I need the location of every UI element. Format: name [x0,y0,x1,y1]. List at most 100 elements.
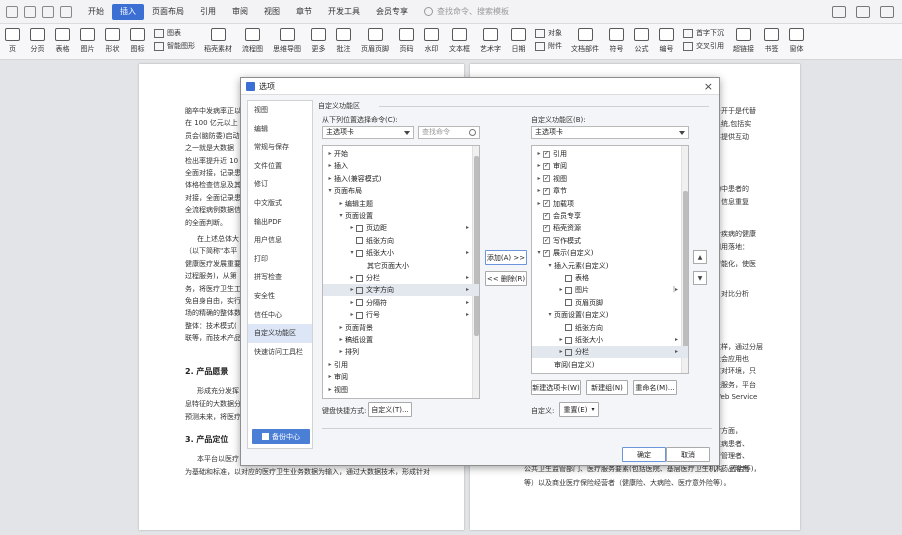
checkbox[interactable]: ✓ [543,212,550,220]
chevron-right-icon[interactable]: ▸ [535,198,543,210]
chevron-right-icon[interactable]: ▸ [326,148,334,160]
ribbon-button[interactable]: 公式 [634,28,649,54]
ribbon-button[interactable]: 符号 [609,28,624,54]
ribbon-button[interactable]: 更多 [311,28,326,54]
sidebar-item[interactable]: 常规与保存 [248,138,312,157]
sidebar-item[interactable]: 中文版式 [248,194,312,213]
chevron-down-icon[interactable]: ▾ [546,309,554,321]
sidebar-item[interactable]: 自定义功能区 [248,324,312,343]
menu-tab-item[interactable]: 开始 [80,4,112,20]
tree-item[interactable]: ▸ ✓ 审阅 [532,160,688,172]
cancel-button[interactable]: 取消 [666,447,710,462]
tree-item[interactable]: ▸ 开始 [323,148,479,160]
chevron-right-icon[interactable]: ▸ [337,322,345,334]
tree-item[interactable]: ▸ ✓ 视图 [532,173,688,185]
sidebar-item[interactable]: 拼写检查 [248,268,312,287]
tree-item[interactable]: 其它页面大小 [323,260,479,272]
menu-tab-item[interactable]: 引用 [192,4,224,20]
tree-item[interactable]: ▸ ✓ 引用 [532,148,688,160]
ribbon-button[interactable]: 图片 [80,28,95,54]
reset-button[interactable]: 重置(E) ▾ [559,402,599,417]
tree-item[interactable]: ▸ 图片 |▸ [532,284,688,296]
checkbox[interactable]: ✓ [543,162,550,170]
print-icon[interactable] [24,5,36,18]
save-icon[interactable] [6,5,18,18]
tree-item[interactable]: ✓ 稻壳资源 [532,222,688,234]
ribbon-button[interactable]: 稻壳素材 [204,28,232,54]
ok-button[interactable]: 确定 [622,447,666,462]
command-search[interactable]: 查找命令、搜索模板 [424,6,509,17]
ribbon-small-button[interactable]: 交叉引用 [683,41,724,51]
new-group-button[interactable]: 新建组(N) [586,380,628,395]
checkbox[interactable]: ✓ [543,175,550,183]
tree-item[interactable]: ▾ 页面布局 [323,185,479,197]
checkbox[interactable]: ✓ [543,187,550,195]
tree-item[interactable]: ▸ 页边距 ▸ [323,222,479,234]
move-down-button[interactable]: ▼ [693,271,707,285]
menu-tab-item[interactable]: 章节 [288,4,320,20]
chevron-right-icon[interactable]: ▸ [348,222,356,234]
chevron-right-icon[interactable]: ▸ [557,284,565,296]
tree-item[interactable]: ▸ 文字方向 ▸ [323,284,479,297]
tree-item[interactable]: ▸ 行号 ▸ [323,309,479,321]
ribbon-customization-tree[interactable]: ▸ ✓ 引用 ▸ ✓ 审阅 ▸ ✓ 视图 ▸ ✓ 章节 ▸ ✓ 加载项 ✓ 会员专享 ✓ 稻壳资源 ✓ 写作模式 ▾ ✓ 展示… [531,145,689,374]
tree-item[interactable]: ▾ 插入元素(自定义) [532,260,688,272]
tree-item[interactable]: ▸ ✓ 加载项 [532,198,688,210]
command-search-input[interactable]: 查找命令 [418,126,480,139]
to-select[interactable]: 主选项卡 [531,126,689,139]
from-select[interactable]: 主选项卡 [322,126,414,139]
chevron-down-icon[interactable]: ▾ [326,185,334,197]
menu-tab-item[interactable]: 视图 [256,4,288,20]
chevron-right-icon[interactable]: ▸ [337,334,345,346]
sidebar-item[interactable]: 编辑 [248,120,312,139]
chevron-down-icon[interactable]: ▾ [337,210,345,222]
chevron-right-icon[interactable]: ▸ [337,346,345,358]
chevron-right-icon[interactable]: ▸ [326,160,334,172]
sidebar-item[interactable]: 文件位置 [248,157,312,176]
tree-item[interactable]: ▸ 稿纸设置 [323,334,479,346]
tree-item[interactable]: ▸ 排列 [323,346,479,358]
tree-item[interactable]: 页眉页脚 [532,297,688,309]
available-commands-tree[interactable]: ▸ 开始 ▸ 插入 ▸ 插入(兼容模式) ▾ 页面布局 ▸ 编辑主题 ▾ 页面设置 ▸ 页边距 ▸ 纸张方向 ▾… [322,145,480,399]
chevron-right-icon[interactable]: ▸ [535,148,543,160]
ribbon-button[interactable]: 批注 [336,28,351,54]
chevron-right-icon[interactable]: ▸ [535,160,543,172]
sidebar-item[interactable]: 快速访问工具栏 [248,343,312,362]
tree-item[interactable]: ▸ 插入 [323,160,479,172]
chevron-down-icon[interactable]: ▾ [535,247,543,259]
checkbox[interactable]: ✓ [543,249,550,257]
tree-item[interactable]: ▸ 插入(兼容模式) [323,173,479,185]
add-button[interactable]: 添加(A) >> [485,250,527,265]
sidebar-item[interactable]: 打印 [248,250,312,269]
tree-item[interactable]: ▸ 审阅 [323,371,479,383]
ribbon-button[interactable]: 页 [5,28,20,54]
chevron-right-icon[interactable]: ▸ [557,346,565,358]
ribbon-button[interactable]: 流程图 [242,28,263,54]
sidebar-item[interactable]: 修订 [248,175,312,194]
more-icon[interactable] [880,5,894,18]
tree-item[interactable]: ▸ 页面背景 [323,322,479,334]
ribbon-button[interactable]: 形状 [105,28,120,54]
checkbox[interactable]: ✓ [543,224,550,232]
ribbon-button[interactable]: 水印 [424,28,439,54]
chevron-down-icon[interactable]: ▾ [546,260,554,272]
ribbon-button[interactable]: 文档部件 [571,28,599,54]
ribbon-button[interactable]: 思维导图 [273,28,301,54]
backup-center-button[interactable]: 备份中心 [252,429,310,444]
tree-item[interactable]: ✓ 会员专享 [532,210,688,222]
ribbon-button[interactable]: 编号 [659,28,674,54]
ribbon-button[interactable]: 页眉页脚 [361,28,389,54]
tree-item[interactable]: 审阅(自定义) [532,359,688,371]
sidebar-item[interactable]: 用户信息 [248,231,312,250]
customize-shortcut-button[interactable]: 自定义(T)... [368,402,412,417]
ribbon-button[interactable]: 书签 [764,28,779,54]
ribbon-button[interactable]: 窗体 [789,28,804,54]
ribbon-button[interactable]: 分页 [30,28,45,54]
chevron-right-icon[interactable]: ▸ [337,198,345,210]
sidebar-item[interactable]: 安全性 [248,287,312,306]
chevron-right-icon[interactable]: ▸ [326,384,334,396]
ribbon-button[interactable]: 页码 [399,28,414,54]
chevron-right-icon[interactable]: ▸ [348,309,356,321]
chevron-right-icon[interactable]: ▸ [535,185,543,197]
ribbon-button[interactable]: 日期 [511,28,526,54]
